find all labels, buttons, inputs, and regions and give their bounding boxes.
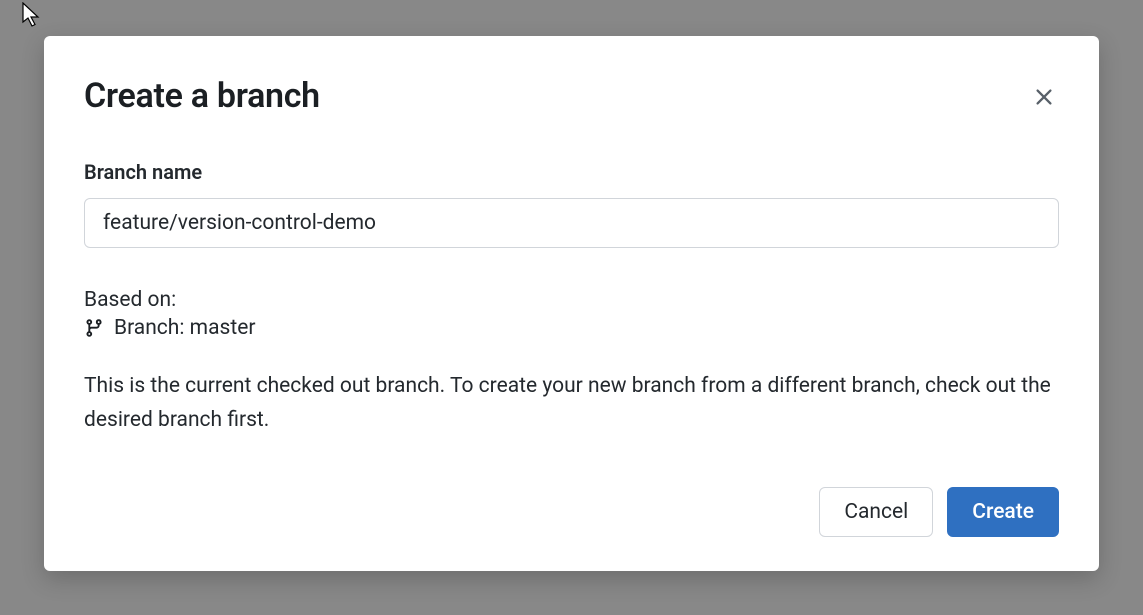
- based-on-branch-text: Branch: master: [114, 316, 255, 340]
- create-branch-modal: Create a branch Branch name Based on: Br…: [44, 36, 1099, 571]
- based-on-section: Based on: Branch: master: [84, 288, 1059, 340]
- mouse-cursor: [22, 2, 40, 32]
- create-button[interactable]: Create: [947, 487, 1059, 537]
- based-on-label: Based on:: [84, 288, 1059, 312]
- branch-name-input[interactable]: [84, 198, 1059, 248]
- cancel-button[interactable]: Cancel: [819, 487, 933, 537]
- button-row: Cancel Create: [84, 487, 1059, 537]
- close-icon: [1033, 86, 1055, 111]
- branch-name-label: Branch name: [84, 160, 1059, 184]
- modal-description: This is the current checked out branch. …: [84, 370, 1059, 437]
- modal-title: Create a branch: [84, 76, 320, 116]
- modal-header: Create a branch: [84, 76, 1059, 116]
- close-button[interactable]: [1029, 82, 1059, 115]
- git-branch-icon: [84, 318, 104, 338]
- based-on-branch-row: Branch: master: [84, 316, 1059, 340]
